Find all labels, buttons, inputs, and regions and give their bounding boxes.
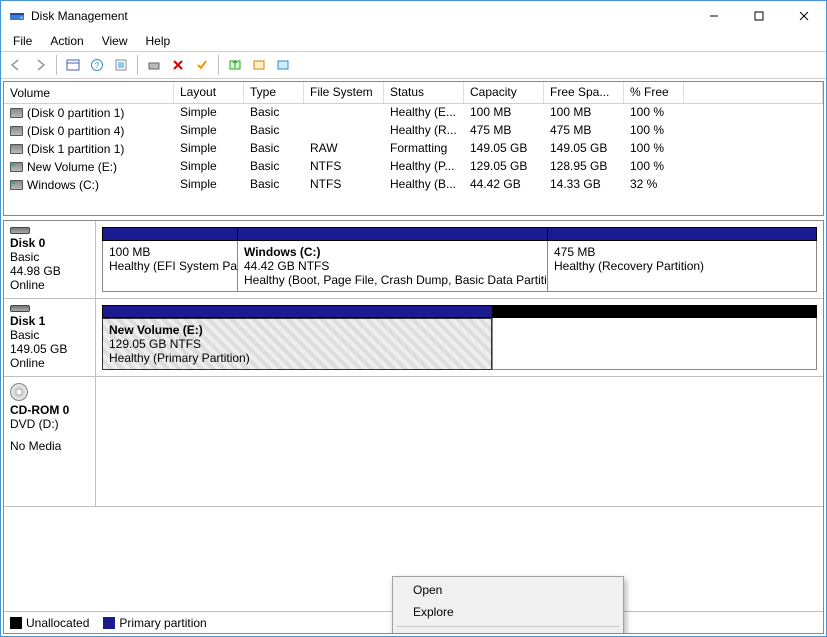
close-button[interactable] xyxy=(781,1,826,31)
context-menu-item: Mark Partition as Active xyxy=(395,630,621,634)
content-area: Volume Layout Type File System Status Ca… xyxy=(1,79,826,636)
disk-row-cdrom[interactable]: CD-ROM 0 DVD (D:) No Media xyxy=(4,377,823,507)
menu-file[interactable]: File xyxy=(5,32,40,50)
volume-row[interactable]: (Disk 0 partition 4)SimpleBasicHealthy (… xyxy=(4,122,823,140)
disk1-header: Disk 1 Basic 149.05 GB Online xyxy=(4,299,96,376)
context-menu-item[interactable]: Open xyxy=(395,579,621,601)
toolbar-icon-3[interactable] xyxy=(110,54,132,76)
app-icon xyxy=(9,8,25,24)
stripe-disk0-p2 xyxy=(237,227,547,241)
disk0-title: Disk 0 xyxy=(10,236,89,250)
toolbar: ? xyxy=(1,51,826,79)
disk1-size: 149.05 GB xyxy=(10,342,89,356)
col-fs[interactable]: File System xyxy=(304,82,384,103)
menu-help[interactable]: Help xyxy=(138,32,179,50)
cdrom-header: CD-ROM 0 DVD (D:) No Media xyxy=(4,377,96,506)
disk1-title: Disk 1 xyxy=(10,314,89,328)
titlebar: Disk Management xyxy=(1,1,826,31)
col-type[interactable]: Type xyxy=(244,82,304,103)
disk0-part3[interactable]: 475 MB Healthy (Recovery Partition) xyxy=(547,241,817,292)
disk0-part2[interactable]: Windows (C:) 44.42 GB NTFS Healthy (Boot… xyxy=(237,241,547,292)
stripe-disk0-p1 xyxy=(102,227,237,241)
context-menu: OpenExploreMark Partition as ActiveChang… xyxy=(392,576,624,634)
back-button[interactable] xyxy=(5,54,27,76)
toolbar-icon-9[interactable] xyxy=(272,54,294,76)
disk-icon xyxy=(10,227,30,234)
stripe-disk1-p1 xyxy=(102,305,492,318)
disk-row-disk1[interactable]: Disk 1 Basic 149.05 GB Online New Volume… xyxy=(4,299,823,377)
col-capacity[interactable]: Capacity xyxy=(464,82,544,103)
cdrom-sub: DVD (D:) xyxy=(10,417,89,431)
menu-view[interactable]: View xyxy=(94,32,136,50)
toolbar-icon-7[interactable] xyxy=(224,54,246,76)
disk1-unallocated[interactable] xyxy=(492,318,817,370)
volume-row[interactable]: Windows (C:)SimpleBasicNTFSHealthy (B...… xyxy=(4,176,823,194)
toolbar-icon-4[interactable] xyxy=(143,54,165,76)
context-menu-item[interactable]: Explore xyxy=(395,601,621,623)
disk-graphical-view: Disk 0 Basic 44.98 GB Online 100 MB Heal… xyxy=(3,220,824,634)
menu-action[interactable]: Action xyxy=(42,32,91,50)
cdrom-state: No Media xyxy=(10,439,89,453)
disk1-state: Online xyxy=(10,356,89,370)
col-free[interactable]: Free Spa... xyxy=(544,82,624,103)
volume-row[interactable]: New Volume (E:)SimpleBasicNTFSHealthy (P… xyxy=(4,158,823,176)
col-volume[interactable]: Volume xyxy=(4,82,174,103)
help-icon[interactable]: ? xyxy=(86,54,108,76)
minimize-button[interactable] xyxy=(691,1,736,31)
col-status[interactable]: Status xyxy=(384,82,464,103)
cdrom-title: CD-ROM 0 xyxy=(10,403,89,417)
volume-icon xyxy=(10,162,23,172)
disk0-part1[interactable]: 100 MB Healthy (EFI System Parti xyxy=(102,241,237,292)
svg-text:?: ? xyxy=(95,61,100,70)
volume-row[interactable]: (Disk 0 partition 1)SimpleBasicHealthy (… xyxy=(4,104,823,122)
volume-list-header: Volume Layout Type File System Status Ca… xyxy=(4,82,823,104)
check-icon[interactable] xyxy=(191,54,213,76)
volume-icon xyxy=(10,180,23,190)
maximize-button[interactable] xyxy=(736,1,781,31)
disk0-state: Online xyxy=(10,278,89,292)
volume-icon xyxy=(10,144,23,154)
volume-list[interactable]: Volume Layout Type File System Status Ca… xyxy=(3,81,824,216)
legend-swatch-primary xyxy=(103,617,115,629)
disk1-type: Basic xyxy=(10,328,89,342)
disk0-type: Basic xyxy=(10,250,89,264)
legend-swatch-unallocated xyxy=(10,617,22,629)
volume-row[interactable]: (Disk 1 partition 1)SimpleBasicRAWFormat… xyxy=(4,140,823,158)
col-pctfree[interactable]: % Free xyxy=(624,82,684,103)
toolbar-icon-8[interactable] xyxy=(248,54,270,76)
menubar: File Action View Help xyxy=(1,31,826,51)
col-layout[interactable]: Layout xyxy=(174,82,244,103)
disk-icon xyxy=(10,305,30,312)
stripe-disk0-p3 xyxy=(547,227,817,241)
forward-button[interactable] xyxy=(29,54,51,76)
disk1-part1-selected[interactable]: New Volume (E:) 129.05 GB NTFS Healthy (… xyxy=(102,318,492,370)
window-title: Disk Management xyxy=(31,9,128,23)
disk0-header: Disk 0 Basic 44.98 GB Online xyxy=(4,221,96,298)
toolbar-icon-1[interactable] xyxy=(62,54,84,76)
volume-icon xyxy=(10,126,23,136)
stripe-disk1-unalloc xyxy=(492,305,817,318)
cdrom-icon xyxy=(10,383,28,401)
disk-row-disk0[interactable]: Disk 0 Basic 44.98 GB Online 100 MB Heal… xyxy=(4,221,823,299)
volume-icon xyxy=(10,108,23,118)
delete-icon[interactable] xyxy=(167,54,189,76)
disk0-size: 44.98 GB xyxy=(10,264,89,278)
